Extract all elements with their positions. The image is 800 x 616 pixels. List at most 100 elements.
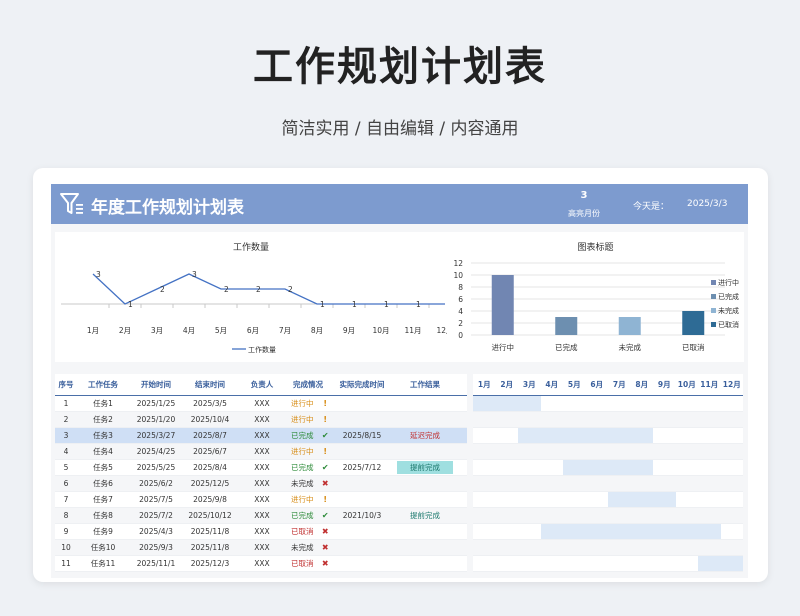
cell-result[interactable]: [395, 412, 455, 427]
table-row[interactable]: 8 任务8 2025/7/2 2025/10/12 XXX 已完成 ✔ 2021/10/3 提前…: [55, 508, 467, 524]
cell-end[interactable]: 2025/6/7: [183, 444, 237, 459]
table-row[interactable]: 9 任务9 2025/4/3 2025/11/8 XXX 已取消 ✖: [55, 524, 467, 540]
table-row[interactable]: 4 任务4 2025/4/25 2025/6/7 XXX 进行中!: [55, 444, 467, 460]
cell-no[interactable]: 10: [55, 540, 77, 555]
cell-end[interactable]: 2025/11/8: [183, 540, 237, 555]
cell-result[interactable]: [395, 556, 455, 571]
cell-result[interactable]: 提前完成: [395, 460, 455, 475]
cell-no[interactable]: 8: [55, 508, 77, 523]
cell-start[interactable]: 2025/5/25: [129, 460, 183, 475]
cell-task[interactable]: 任务7: [77, 492, 129, 507]
cell-status[interactable]: 已完成 ✔: [287, 428, 329, 443]
table-row[interactable]: 10 任务10 2025/9/3 2025/11/8 XXX 未完成 ✖: [55, 540, 467, 556]
cell-owner[interactable]: XXX: [237, 444, 287, 459]
cell-status[interactable]: 进行中!: [287, 396, 329, 411]
cell-start[interactable]: 2025/1/25: [129, 396, 183, 411]
cell-result[interactable]: [395, 524, 455, 539]
cell-result[interactable]: [395, 396, 455, 411]
cell-actual[interactable]: 2021/10/3: [329, 508, 395, 523]
table-row[interactable]: 1 任务1 2025/1/25 2025/3/5 XXX 进行中!: [55, 396, 467, 412]
cell-task[interactable]: 任务5: [77, 460, 129, 475]
cell-status[interactable]: 未完成 ✖: [287, 476, 329, 491]
table-row[interactable]: 3 任务3 2025/3/27 2025/8/7 XXX 已完成 ✔ 2025/8/15 延迟完…: [55, 428, 467, 444]
cell-owner[interactable]: XXX: [237, 412, 287, 427]
cell-actual[interactable]: [329, 396, 395, 411]
cell-end[interactable]: 2025/12/5: [183, 476, 237, 491]
cell-status[interactable]: 已取消 ✖: [287, 556, 329, 571]
table-row[interactable]: 7 任务7 2025/7/5 2025/9/8 XXX 进行中!: [55, 492, 467, 508]
cell-no[interactable]: 1: [55, 396, 77, 411]
cell-status[interactable]: 进行中!: [287, 412, 329, 427]
cell-no[interactable]: 5: [55, 460, 77, 475]
cell-status[interactable]: 已完成 ✔: [287, 460, 329, 475]
cell-actual[interactable]: [329, 476, 395, 491]
cell-no[interactable]: 9: [55, 524, 77, 539]
cell-owner[interactable]: XXX: [237, 460, 287, 475]
cell-no[interactable]: 6: [55, 476, 77, 491]
cell-status[interactable]: 已完成 ✔: [287, 508, 329, 523]
table-row[interactable]: 2 任务2 2025/1/20 2025/10/4 XXX 进行中!: [55, 412, 467, 428]
cell-task[interactable]: 任务4: [77, 444, 129, 459]
cell-result[interactable]: [395, 492, 455, 507]
cell-end[interactable]: 2025/11/8: [183, 524, 237, 539]
cell-task[interactable]: 任务9: [77, 524, 129, 539]
cell-owner[interactable]: XXX: [237, 524, 287, 539]
cell-task[interactable]: 任务10: [77, 540, 129, 555]
cell-actual[interactable]: [329, 492, 395, 507]
cell-result[interactable]: [395, 540, 455, 555]
cell-actual[interactable]: 2025/8/15: [329, 428, 395, 443]
table-row[interactable]: 6 任务6 2025/6/2 2025/12/5 XXX 未完成 ✖: [55, 476, 467, 492]
cell-actual[interactable]: [329, 444, 395, 459]
cell-no[interactable]: 2: [55, 412, 77, 427]
cell-owner[interactable]: XXX: [237, 508, 287, 523]
cell-start[interactable]: 2025/1/20: [129, 412, 183, 427]
cell-owner[interactable]: XXX: [237, 540, 287, 555]
cell-owner[interactable]: XXX: [237, 396, 287, 411]
cell-actual[interactable]: [329, 524, 395, 539]
cell-task[interactable]: 任务8: [77, 508, 129, 523]
cell-status[interactable]: 进行中!: [287, 444, 329, 459]
cell-end[interactable]: 2025/8/7: [183, 428, 237, 443]
cell-task[interactable]: 任务3: [77, 428, 129, 443]
table-row[interactable]: 11 任务11 2025/11/1 2025/12/3 XXX 已取消 ✖: [55, 556, 467, 572]
cell-start[interactable]: 2025/4/25: [129, 444, 183, 459]
cell-owner[interactable]: XXX: [237, 492, 287, 507]
cell-end[interactable]: 2025/9/8: [183, 492, 237, 507]
cell-start[interactable]: 2025/4/3: [129, 524, 183, 539]
cell-no[interactable]: 11: [55, 556, 77, 571]
cell-start[interactable]: 2025/7/5: [129, 492, 183, 507]
cell-result[interactable]: [395, 476, 455, 491]
cell-owner[interactable]: XXX: [237, 476, 287, 491]
cell-no[interactable]: 7: [55, 492, 77, 507]
cell-end[interactable]: 2025/3/5: [183, 396, 237, 411]
cell-status[interactable]: 已取消 ✖: [287, 524, 329, 539]
cell-result[interactable]: 延迟完成: [395, 428, 455, 443]
cell-start[interactable]: 2025/11/1: [129, 556, 183, 571]
cell-task[interactable]: 任务6: [77, 476, 129, 491]
cell-actual[interactable]: 2025/7/12: [329, 460, 395, 475]
cell-start[interactable]: 2025/7/2: [129, 508, 183, 523]
cell-no[interactable]: 3: [55, 428, 77, 443]
cell-no[interactable]: 4: [55, 444, 77, 459]
cell-end[interactable]: 2025/8/4: [183, 460, 237, 475]
cell-actual[interactable]: [329, 556, 395, 571]
cell-start[interactable]: 2025/9/3: [129, 540, 183, 555]
cell-start[interactable]: 2025/3/27: [129, 428, 183, 443]
cell-end[interactable]: 2025/10/4: [183, 412, 237, 427]
cell-status[interactable]: 进行中!: [287, 492, 329, 507]
cell-owner[interactable]: XXX: [237, 428, 287, 443]
cell-actual[interactable]: [329, 540, 395, 555]
cell-status[interactable]: 未完成 ✖: [287, 540, 329, 555]
highlight-month-value[interactable]: 3: [569, 190, 599, 201]
cell-actual[interactable]: [329, 412, 395, 427]
table-row[interactable]: 5 任务5 2025/5/25 2025/8/4 XXX 已完成 ✔ 2025/7/12 提前完…: [55, 460, 467, 476]
cell-task[interactable]: 任务2: [77, 412, 129, 427]
cell-start[interactable]: 2025/6/2: [129, 476, 183, 491]
cell-task[interactable]: 任务11: [77, 556, 129, 571]
cell-result[interactable]: [395, 444, 455, 459]
cell-result[interactable]: 提前完成: [395, 508, 455, 523]
cell-owner[interactable]: XXX: [237, 556, 287, 571]
cell-end[interactable]: 2025/12/3: [183, 556, 237, 571]
cell-task[interactable]: 任务1: [77, 396, 129, 411]
cell-end[interactable]: 2025/10/12: [183, 508, 237, 523]
